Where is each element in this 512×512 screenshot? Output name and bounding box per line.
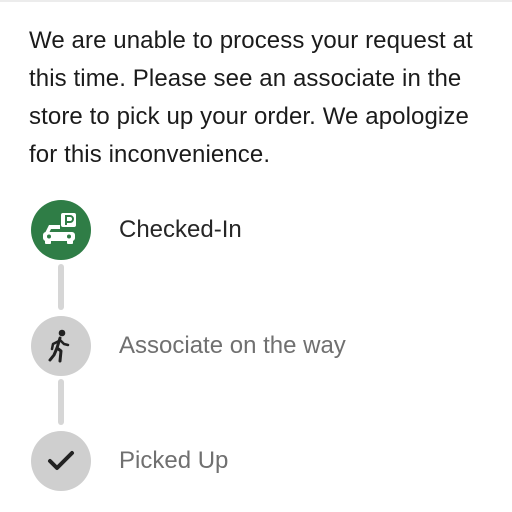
step-picked-up-badge (31, 431, 91, 491)
walking-person-icon (48, 329, 70, 363)
top-divider (0, 0, 512, 2)
step-connector (58, 379, 64, 425)
step-checked-in-label: Checked-In (119, 216, 242, 243)
step-picked-up-label: Picked Up (119, 447, 229, 474)
step-checked-in: Checked-In (31, 200, 491, 260)
step-picked-up: Picked Up (31, 431, 491, 491)
error-message: We are unable to process your request at… (29, 27, 473, 168)
step-associate-label: Associate on the way (119, 332, 346, 359)
order-progress-steps: Checked-In Associate on the way Picked U… (31, 200, 491, 500)
checkmark-icon (48, 451, 74, 470)
step-connector (58, 264, 64, 310)
order-status-screen: We are unable to process your request at… (0, 0, 512, 512)
step-associate-on-the-way: Associate on the way (31, 316, 491, 376)
car-parking-icon (43, 213, 76, 244)
step-checked-in-badge (31, 200, 91, 260)
step-associate-badge (31, 316, 91, 376)
